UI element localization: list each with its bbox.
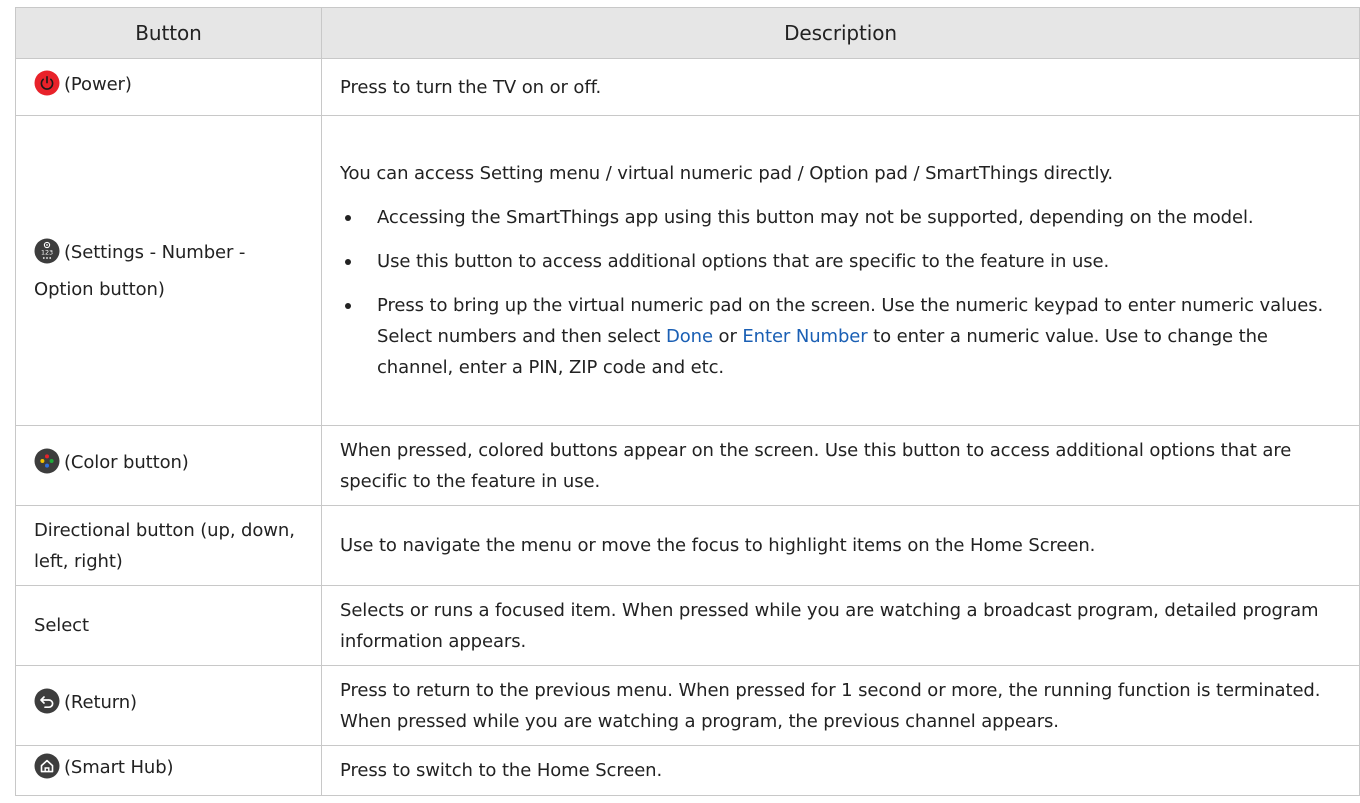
description-cell: Use to navigate the menu or move the foc… xyxy=(321,505,1360,586)
description-cell: Selects or runs a focused item. When pre… xyxy=(321,585,1360,666)
description-text: Selects or runs a focused item. When pre… xyxy=(340,599,1319,652)
remote-buttons-table: Button Description (Power) Press to turn… xyxy=(15,7,1360,796)
description-text: Press to turn the TV on or off. xyxy=(340,76,602,98)
table-header-row: Button Description xyxy=(15,7,1360,59)
list-item: Use this button to access additional opt… xyxy=(340,246,1341,277)
description-text: When pressed, colored buttons appear on … xyxy=(340,439,1292,492)
table-row: (Return) Press to return to the previous… xyxy=(15,665,1360,746)
table-row: Select Selects or runs a focused item. W… xyxy=(15,585,1360,666)
button-label: (Settings - Number - Option button) xyxy=(34,241,246,300)
list-item: Press to bring up the virtual numeric pa… xyxy=(340,290,1341,383)
table-row: (Power) Press to turn the TV on or off. xyxy=(15,58,1360,116)
description-text: Use to navigate the menu or move the foc… xyxy=(340,535,1096,556)
button-cell: (Power) xyxy=(15,58,322,116)
button-cell: Directional button (up, down, left, righ… xyxy=(15,505,322,586)
description-cell: Press to turn the TV on or off. xyxy=(321,58,1360,116)
list-item: Accessing the SmartThings app using this… xyxy=(340,202,1341,233)
svg-text:123: 123 xyxy=(41,248,53,256)
enter-number-link[interactable]: Enter Number xyxy=(742,326,867,347)
description-cell: Press to return to the previous menu. Wh… xyxy=(321,665,1360,746)
description-cell: Press to switch to the Home Screen. xyxy=(321,745,1360,796)
return-icon xyxy=(34,688,60,724)
header-description: Description xyxy=(321,7,1360,59)
done-link[interactable]: Done xyxy=(666,326,713,347)
button-label: (Color button) xyxy=(64,452,189,473)
table-row: Directional button (up, down, left, righ… xyxy=(15,505,1360,586)
button-label: (Power) xyxy=(64,73,132,95)
color-button-icon xyxy=(34,448,60,484)
header-button: Button xyxy=(15,7,322,59)
button-label: Directional button (up, down, left, righ… xyxy=(34,519,295,572)
button-cell: (Return) xyxy=(15,665,322,746)
button-cell: Select xyxy=(15,585,322,666)
table-row: 123 (Settings - Number - Option button) … xyxy=(15,115,1360,426)
home-icon xyxy=(34,753,60,789)
power-icon xyxy=(34,70,60,106)
description-cell: You can access Setting menu / virtual nu… xyxy=(321,115,1360,426)
button-cell: (Smart Hub) xyxy=(15,745,322,796)
description-bullet-list: Accessing the SmartThings app using this… xyxy=(340,202,1341,383)
description-intro: You can access Setting menu / virtual nu… xyxy=(340,163,1114,184)
settings-number-option-icon: 123 xyxy=(34,238,60,274)
description-cell: When pressed, colored buttons appear on … xyxy=(321,425,1360,506)
description-text: Press to switch to the Home Screen. xyxy=(340,760,663,781)
button-cell: (Color button) xyxy=(15,425,322,506)
description-text: Press to return to the previous menu. Wh… xyxy=(340,679,1321,732)
button-cell: 123 (Settings - Number - Option button) xyxy=(15,115,322,426)
table-row: (Color button) When pressed, colored but… xyxy=(15,425,1360,506)
button-label: (Smart Hub) xyxy=(64,757,174,778)
table-row: (Smart Hub) Press to switch to the Home … xyxy=(15,745,1360,796)
button-label: (Return) xyxy=(64,692,137,713)
button-label: Select xyxy=(34,615,89,636)
